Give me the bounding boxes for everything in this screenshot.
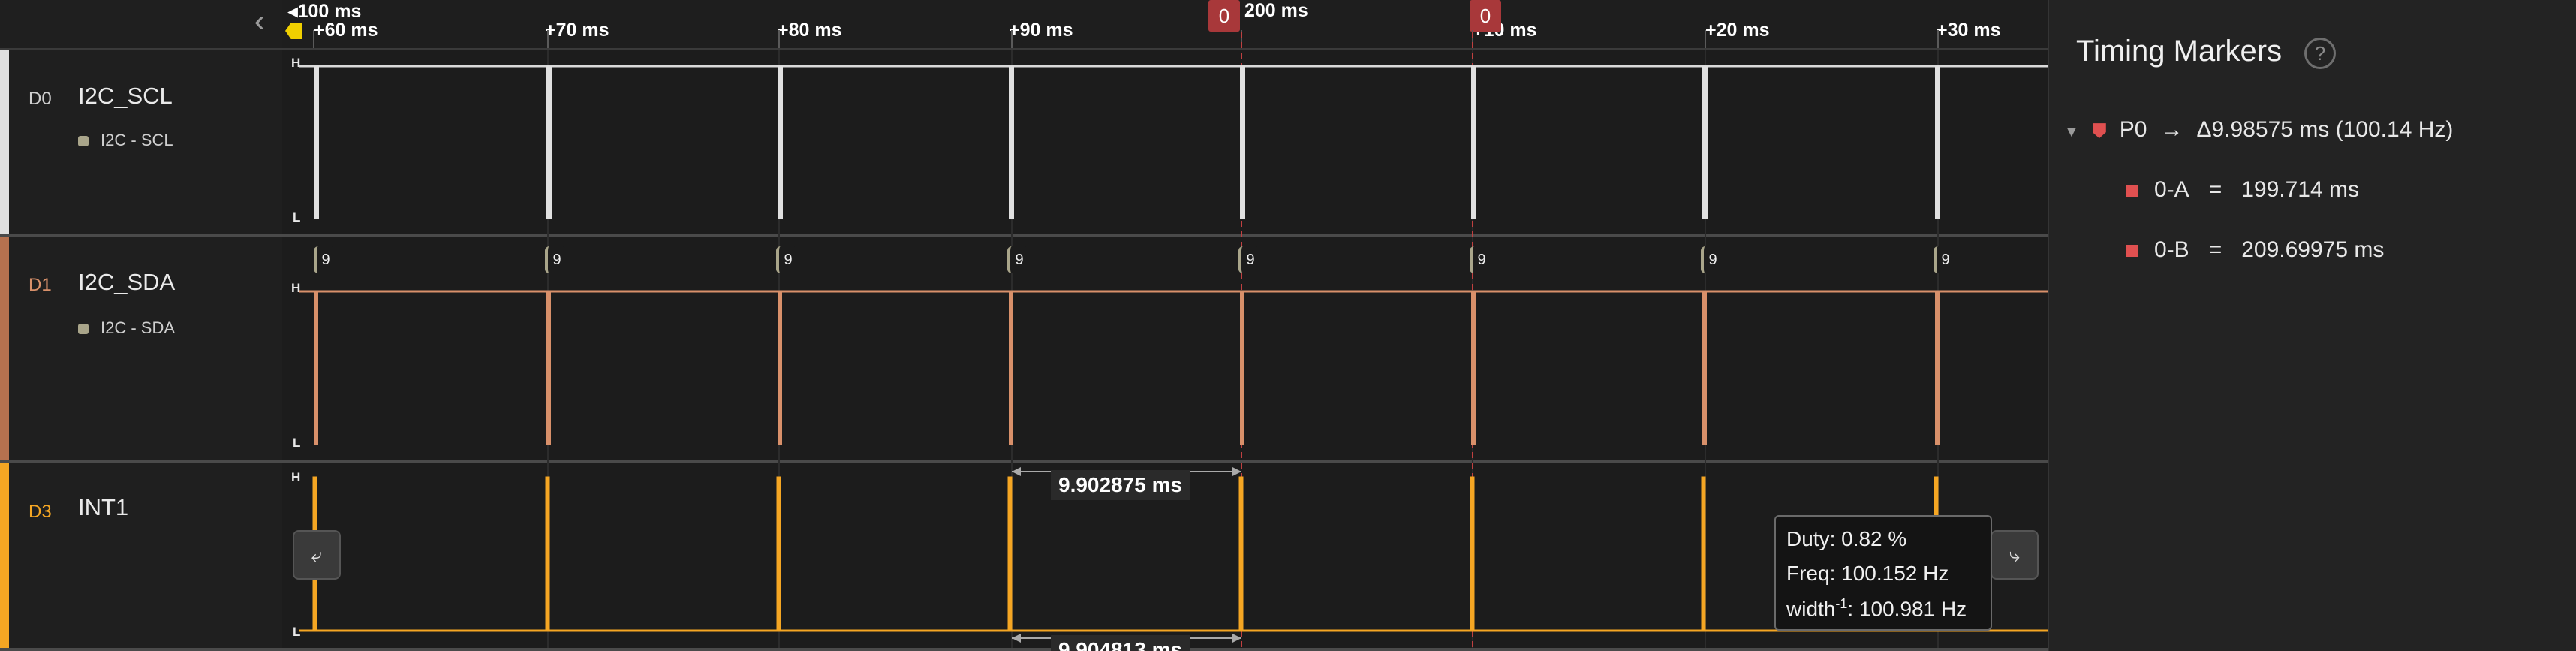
- logic-analyzer-app: ‹ ◂100 ms 200 ms +60 ms +70 ms +80 ms +9…: [0, 0, 2576, 651]
- marker-entry-name: 0-B: [2154, 237, 2189, 262]
- timing-markers-panel: Timing Markers ? ▼ P0 → Δ9.98575 ms (100.14…: [2048, 0, 2576, 651]
- equals-sign: =: [2208, 177, 2222, 202]
- marker-pair-row[interactable]: ▼ P0 → Δ9.98575 ms (100.14 Hz): [2064, 117, 2453, 143]
- marker-square-icon: [2126, 185, 2138, 197]
- sda-pulses: [314, 291, 1940, 445]
- decoded-value-bubble[interactable]: 9: [1007, 246, 1028, 273]
- tooltip-width-value: : 100.981 Hz: [1847, 597, 1967, 621]
- next-edge-icon[interactable]: ⤷: [1991, 530, 2039, 580]
- decoded-value-bubble[interactable]: 9: [1701, 246, 1722, 273]
- measurement-tooltip: Duty: 0.82 % Freq: 100.152 Hz width-1: 1…: [1774, 515, 1992, 631]
- previous-edge-icon[interactable]: ⤶: [293, 530, 341, 580]
- pair-delta: Δ9.98575 ms (100.14 Hz): [2196, 117, 2454, 142]
- marker-pair-icon: [2092, 123, 2106, 139]
- pair-name: P0: [2119, 117, 2147, 142]
- arrow-icon: →: [2160, 117, 2183, 142]
- period-measurement-label[interactable]: 9.902875 ms: [1051, 470, 1190, 500]
- marker-entry-value: 199.714 ms: [2241, 177, 2359, 202]
- marker-entry-name: 0-A: [2154, 177, 2189, 202]
- decoded-value-bubble[interactable]: 9: [314, 246, 335, 273]
- expand-caret-icon[interactable]: ▼: [2064, 124, 2079, 140]
- tooltip-duty: Duty: 0.82 %: [1786, 527, 1907, 550]
- decoded-value-bubble[interactable]: 9: [1238, 246, 1259, 273]
- tooltip-width-prefix: width: [1786, 597, 1836, 621]
- equals-sign: =: [2208, 237, 2222, 262]
- tooltip-width: width-1: 100.981 Hz: [1786, 596, 1967, 621]
- scl-pulses: [314, 66, 1940, 219]
- marker-entry-row[interactable]: 0-A = 199.714 ms: [2126, 177, 2359, 203]
- marker-entry-value: 209.69975 ms: [2241, 237, 2385, 262]
- marker-square-icon: [2126, 245, 2138, 258]
- decoded-value-bubble[interactable]: 9: [1934, 246, 1955, 273]
- marker-entry-row[interactable]: 0-B = 209.69975 ms: [2126, 237, 2384, 263]
- help-icon[interactable]: ?: [2304, 38, 2336, 69]
- decoded-value-bubble[interactable]: 9: [776, 246, 797, 273]
- tooltip-freq: Freq: 100.152 Hz: [1786, 562, 1949, 585]
- decoded-value-bubble[interactable]: 9: [545, 246, 566, 273]
- width-measurement-label[interactable]: 9.904813 ms: [1051, 635, 1190, 651]
- decoded-value-bubble[interactable]: 9: [1470, 246, 1491, 273]
- width-measurement-clip: 9.904813 ms: [1051, 635, 1190, 651]
- tooltip-width-exp: -1: [1835, 596, 1848, 611]
- panel-title: Timing Markers: [2076, 35, 2283, 68]
